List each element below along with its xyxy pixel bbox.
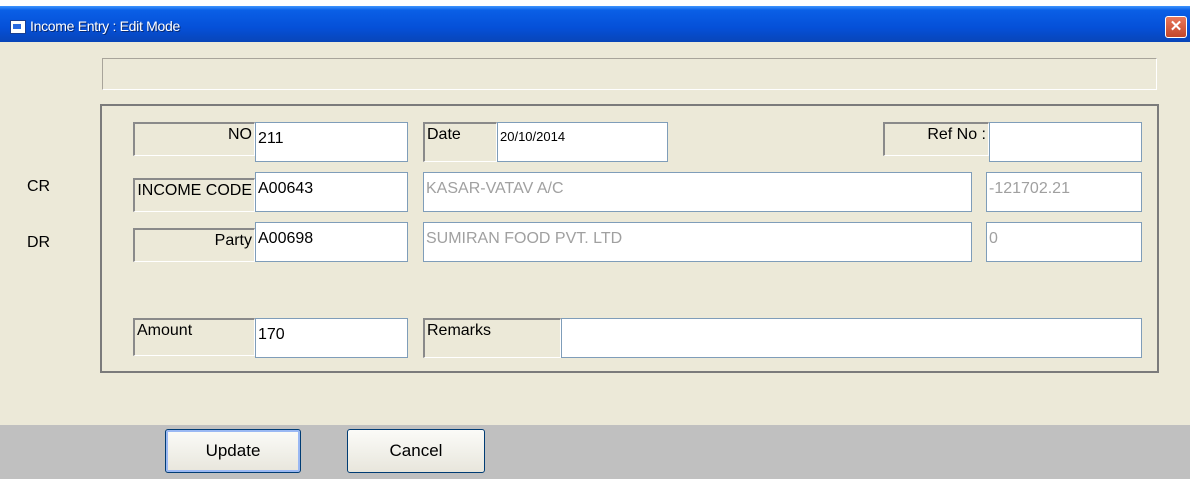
title-bar[interactable]: Income Entry : Edit Mode ✕ xyxy=(0,6,1190,42)
party-balance: 0 xyxy=(986,222,1142,262)
close-button[interactable]: ✕ xyxy=(1165,16,1187,38)
income-entry-window: Income Entry : Edit Mode ✕ CR DR NO 211 … xyxy=(0,6,1190,479)
party-code-field[interactable]: A00698 xyxy=(255,222,408,262)
remarks-label: Remarks xyxy=(423,318,561,358)
ref-no-label: Ref No : xyxy=(883,122,989,156)
no-field[interactable]: 211 xyxy=(255,122,408,162)
cancel-button[interactable]: Cancel xyxy=(347,429,485,473)
no-label: NO xyxy=(133,122,255,156)
app-window-icon xyxy=(10,20,26,34)
income-code-label: INCOME CODE xyxy=(133,178,255,212)
window-title: Income Entry : Edit Mode xyxy=(30,18,180,34)
income-account-name: KASAR-VATAV A/C xyxy=(423,172,972,212)
date-label: Date xyxy=(423,122,497,162)
update-button[interactable]: Update xyxy=(165,429,301,473)
party-name: SUMIRAN FOOD PVT. LTD xyxy=(423,222,972,262)
amount-label: Amount xyxy=(133,318,255,356)
date-field[interactable]: 20/10/2014 xyxy=(497,122,668,162)
ref-no-field[interactable] xyxy=(989,122,1142,162)
remarks-field[interactable] xyxy=(561,318,1142,358)
amount-field[interactable]: 170 xyxy=(255,318,408,358)
dr-label: DR xyxy=(27,234,51,251)
income-balance: -121702.21 xyxy=(986,172,1142,212)
cr-label: CR xyxy=(27,178,51,195)
income-code-field[interactable]: A00643 xyxy=(255,172,408,212)
message-bar xyxy=(102,58,1157,90)
party-label: Party xyxy=(133,228,255,262)
